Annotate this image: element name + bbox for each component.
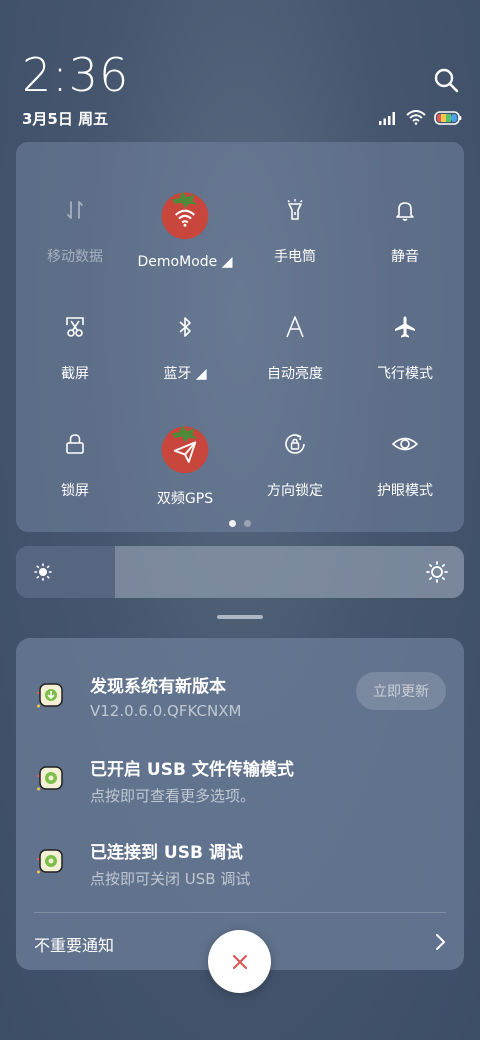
tile-label: 护眼模式 <box>377 483 433 499</box>
tile-rotation-lock[interactable]: 方向锁定 <box>240 390 350 500</box>
usb-app-icon <box>36 766 63 791</box>
notification-title: 已连接到 USB 调试 <box>90 843 243 863</box>
airplane-icon <box>395 316 415 338</box>
updater-app-icon <box>36 683 63 708</box>
bluetooth-icon <box>179 317 191 337</box>
tile-label: 自动亮度 <box>267 366 323 382</box>
tile-mute[interactable]: 静音 <box>350 156 460 266</box>
flashlight-icon <box>287 199 303 220</box>
status-header: 2:36 3月5日 周五 <box>0 0 480 140</box>
screenshot-icon <box>66 317 84 337</box>
notification-subtitle: 点按即可查看更多选项。 <box>90 787 256 805</box>
notification-subtitle: V12.0.6.0.QFKCNXM <box>90 702 242 720</box>
search-icon[interactable] <box>432 66 460 94</box>
tile-dual-gps[interactable]: 双频GPS <box>130 390 240 507</box>
notification-item[interactable]: 发现系统有新版本 V12.0.6.0.QFKCNXM 立即更新 <box>16 658 464 728</box>
lock-icon <box>66 434 84 454</box>
sun-small-icon <box>34 563 52 581</box>
status-icons <box>378 110 462 125</box>
page-dot-2[interactable] <box>244 520 251 527</box>
eye-icon <box>391 437 419 451</box>
update-now-button[interactable]: 立即更新 <box>356 672 446 710</box>
tile-airplane-mode[interactable]: 飞行模式 <box>350 273 460 383</box>
bell-icon <box>396 202 414 221</box>
tile-eye-care[interactable]: 护眼模式 <box>350 390 460 500</box>
usb-debug-app-icon <box>36 849 63 874</box>
tile-auto-brightness[interactable]: 自动亮度 <box>240 273 350 383</box>
notification-item[interactable]: 已开启 USB 文件传输模式 点按即可查看更多选项。 <box>16 741 464 811</box>
tile-demomode[interactable]: DemoMode ◢ <box>130 156 240 270</box>
tile-label: 锁屏 <box>61 483 89 499</box>
battery-icon <box>434 110 462 125</box>
tile-label: DemoMode ◢ <box>137 254 233 270</box>
tile-label: 移动数据 <box>47 249 103 265</box>
tile-label: 静音 <box>391 249 419 265</box>
brightness-slider[interactable] <box>16 546 464 598</box>
clock: 2:36 <box>22 48 130 102</box>
signal-icon <box>379 111 395 125</box>
sun-large-icon <box>426 561 448 583</box>
tile-label: 蓝牙 ◢ <box>163 366 207 382</box>
rotation-lock-icon <box>285 434 305 454</box>
notification-item[interactable]: 已连接到 USB 调试 点按即可关闭 USB 调试 <box>16 824 464 894</box>
notification-title: 发现系统有新版本 <box>90 677 226 697</box>
page-dot-1[interactable] <box>229 520 236 527</box>
brightness-track <box>114 546 464 598</box>
tile-lock-screen[interactable]: 锁屏 <box>20 390 130 500</box>
divider <box>34 912 446 913</box>
clear-all-button[interactable] <box>208 930 271 993</box>
close-icon <box>232 954 247 969</box>
tile-mobile-data[interactable]: 移动数据 <box>20 156 130 266</box>
mobile-data-icon <box>67 201 83 219</box>
quick-settings-panel: 移动数据 DemoMode ◢ 手电筒 静音 截屏 蓝牙 ◢ 自动亮度 飞行模式… <box>16 142 464 532</box>
tomato-wifi-icon <box>161 191 209 240</box>
page-indicator <box>16 520 464 527</box>
tile-label: 双频GPS <box>156 491 214 507</box>
wifi-icon <box>406 110 426 125</box>
notification-panel: 发现系统有新版本 V12.0.6.0.QFKCNXM 立即更新 已开启 USB … <box>16 638 464 970</box>
tile-label: 方向锁定 <box>267 483 323 499</box>
auto-brightness-icon <box>286 316 304 338</box>
drag-handle[interactable] <box>217 615 263 619</box>
tile-label: 截屏 <box>61 366 89 382</box>
chevron-right-icon[interactable] <box>432 932 448 952</box>
tile-label: 飞行模式 <box>377 366 433 382</box>
tile-flashlight[interactable]: 手电筒 <box>240 156 350 266</box>
notification-subtitle: 点按即可关闭 USB 调试 <box>90 870 251 888</box>
tile-bluetooth[interactable]: 蓝牙 ◢ <box>130 273 240 383</box>
unimportant-notifications-link[interactable]: 不重要通知 <box>34 932 114 956</box>
tomato-location-icon <box>161 425 209 474</box>
brightness-fill <box>16 546 115 598</box>
notification-title: 已开启 USB 文件传输模式 <box>90 760 294 780</box>
tile-label: 手电筒 <box>274 249 316 265</box>
tile-screenshot[interactable]: 截屏 <box>20 273 130 383</box>
date-label: 3月5日 周五 <box>22 110 109 128</box>
